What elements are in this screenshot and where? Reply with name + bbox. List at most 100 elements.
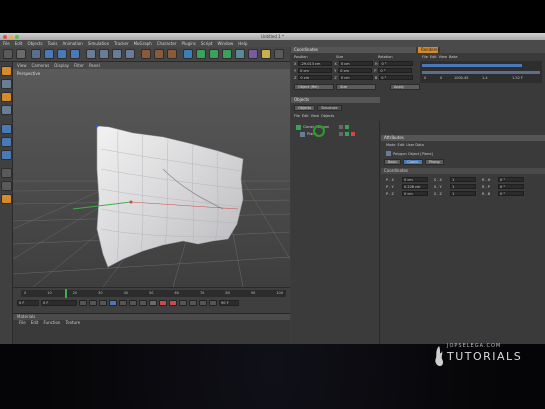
objects-menu-objects[interactable]: Objects	[321, 114, 334, 118]
attributes-menu-edit[interactable]: Edit	[398, 143, 405, 147]
menu-window[interactable]: Window	[217, 40, 233, 47]
menu-mograph[interactable]: MoGraph	[134, 40, 152, 47]
keyframe-selection-icon[interactable]	[179, 300, 187, 306]
renderer-menu-bake[interactable]: Bake	[449, 55, 458, 59]
position-x-field[interactable]: -29.013 cm	[298, 61, 333, 66]
light-icon[interactable]	[261, 49, 271, 59]
viewport-menu-panel[interactable]: Panel	[89, 62, 100, 69]
live-selection-icon[interactable]	[31, 49, 41, 59]
rotation-h-field[interactable]: 0 °	[379, 61, 414, 66]
scene-icon[interactable]	[235, 49, 245, 59]
object-row-plane[interactable]: Plane	[300, 131, 355, 137]
pos-y-field[interactable]: 0.226 cm	[402, 184, 428, 189]
next-frame-icon[interactable]	[119, 300, 127, 306]
previous-frame-icon[interactable]	[99, 300, 107, 306]
viewport-menu-filter[interactable]: Filter	[74, 62, 84, 69]
y-axis-lock-icon[interactable]	[99, 49, 109, 59]
rot-h-field[interactable]: 0 °	[498, 177, 524, 182]
basic-tab[interactable]: Basic	[384, 159, 402, 165]
objects-tab[interactable]: Objects	[294, 105, 316, 111]
attributes-menu-mode[interactable]: Mode	[386, 143, 396, 147]
menu-file[interactable]: File	[3, 40, 10, 47]
scale-x-field[interactable]: 1	[450, 177, 476, 182]
materials-menu-function[interactable]: Function	[43, 320, 60, 326]
render-picture-viewer-icon[interactable]	[154, 49, 164, 59]
loop-icon[interactable]	[149, 300, 157, 306]
go-to-end-icon[interactable]	[139, 300, 147, 306]
layout-icon[interactable]	[274, 49, 284, 59]
viewport-menu-view[interactable]: View	[17, 62, 27, 69]
go-to-start-icon[interactable]	[79, 300, 87, 306]
rotation-key-icon[interactable]	[199, 300, 207, 306]
size-mode-dropdown[interactable]: Size	[336, 84, 376, 90]
zoom-button[interactable]	[15, 34, 19, 39]
size-y-field[interactable]: 0 cm	[338, 68, 373, 73]
coordinate-system-icon[interactable]	[125, 49, 135, 59]
menu-animation[interactable]: Animation	[62, 40, 82, 47]
size-z-field[interactable]: 0 cm	[338, 75, 373, 80]
nurbs-icon[interactable]	[196, 49, 206, 59]
object-axis-origin[interactable]	[129, 200, 133, 204]
pos-z-field[interactable]: 0 cm	[402, 191, 428, 196]
pos-x-field[interactable]: 0 cm	[402, 177, 428, 182]
menu-help[interactable]: Help	[238, 40, 247, 47]
structure-tab[interactable]: Structure	[317, 105, 342, 111]
render-settings-icon[interactable]	[167, 49, 177, 59]
visibility-icon[interactable]	[339, 125, 344, 129]
render-view-icon[interactable]	[141, 49, 151, 59]
size-x-field[interactable]: 0 cm	[338, 61, 373, 66]
menu-edit[interactable]: Edit	[15, 40, 23, 47]
position-z-field[interactable]: 0 cm	[298, 75, 333, 80]
renderer-menu-edit[interactable]: Edit	[430, 55, 437, 59]
close-button[interactable]	[3, 34, 7, 39]
y-axis-handle[interactable]	[95, 124, 99, 128]
array-icon[interactable]	[209, 49, 219, 59]
objects-menu-edit[interactable]: Edit	[302, 114, 309, 118]
objects-menu-view[interactable]: View	[311, 114, 319, 118]
rotation-b-field[interactable]: 0 °	[379, 75, 414, 80]
menu-tracker[interactable]: Tracker	[114, 40, 128, 47]
minimize-button[interactable]	[9, 34, 13, 39]
timeline-ruler[interactable]: 0 10 20 30 40 50 60 70 80 90 100	[21, 290, 286, 297]
cube-primitive-icon[interactable]	[183, 49, 193, 59]
rotate-tool-icon[interactable]	[70, 49, 80, 59]
camera-icon[interactable]	[248, 49, 258, 59]
materials-menu-file[interactable]: File	[19, 320, 26, 326]
apply-button[interactable]: Apply	[390, 84, 420, 90]
phong-tag-icon[interactable]	[350, 132, 355, 136]
renderer-graph[interactable]: 0 0 1000.45 1.4 1.52 F	[420, 61, 542, 83]
undo-icon[interactable]	[3, 49, 13, 59]
play-icon[interactable]	[109, 300, 117, 306]
start-frame-field[interactable]: 0 F	[17, 300, 39, 306]
model-mode-icon[interactable]	[1, 79, 12, 89]
axis-mode-icon[interactable]	[1, 105, 12, 115]
redo-icon[interactable]	[16, 49, 26, 59]
attributes-menu-userdata[interactable]: User Data	[406, 143, 423, 147]
scale-key-icon[interactable]	[209, 300, 217, 306]
menu-script[interactable]: Script	[201, 40, 213, 47]
playhead[interactable]	[65, 289, 67, 298]
coordinate-mode-dropdown[interactable]: Object (Rel)	[294, 84, 334, 90]
lock-workplane-icon[interactable]	[1, 194, 12, 204]
objects-menu-file[interactable]: File	[294, 114, 300, 118]
points-mode-icon[interactable]	[1, 124, 12, 134]
renderer-tab[interactable]: Renderer	[418, 47, 439, 53]
scale-z-field[interactable]: 1	[450, 191, 476, 196]
scale-tool-icon[interactable]	[57, 49, 67, 59]
position-key-icon[interactable]	[189, 300, 197, 306]
position-y-field[interactable]: 0 cm	[298, 68, 333, 73]
materials-menu-edit[interactable]: Edit	[31, 320, 39, 326]
z-axis-lock-icon[interactable]	[112, 49, 122, 59]
previous-key-icon[interactable]	[89, 300, 97, 306]
menu-character[interactable]: Character	[157, 40, 177, 47]
object-manager-list[interactable]: Cloner Polygon Plane	[291, 121, 380, 344]
edges-mode-icon[interactable]	[1, 137, 12, 147]
enable-check-icon[interactable]	[345, 125, 350, 129]
enable-check-icon[interactable]	[344, 132, 349, 136]
menu-tools[interactable]: Tools	[48, 40, 58, 47]
rot-b-field[interactable]: 0 °	[498, 191, 524, 196]
scale-y-field[interactable]: 1	[450, 184, 476, 189]
phong-tab[interactable]: Phong	[424, 159, 444, 165]
menu-plugins[interactable]: Plugins	[182, 40, 196, 47]
current-frame-field[interactable]: 0 F	[41, 300, 77, 306]
